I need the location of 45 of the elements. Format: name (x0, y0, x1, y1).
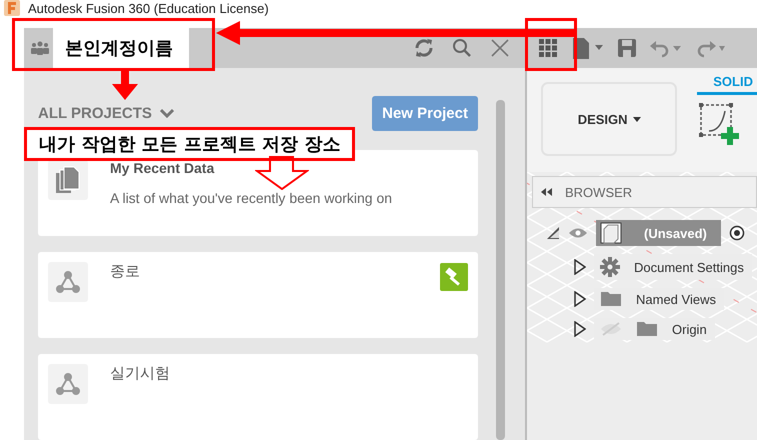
collapsed-triangle-icon[interactable] (574, 259, 586, 275)
scrollbar[interactable] (496, 100, 505, 440)
project-name: 종로 (110, 262, 140, 281)
grid-menu-icon[interactable] (537, 37, 559, 59)
tree-item[interactable]: Origin (594, 318, 715, 340)
browser-title: BROWSER (565, 184, 632, 200)
window-title: Autodesk Fusion 360 (Education License) (28, 1, 269, 16)
project-description: A list of what you've recently been working on (110, 190, 392, 206)
radio-icon[interactable] (728, 225, 745, 241)
callout-label: 본인계정이름 (53, 27, 189, 68)
redo-icon[interactable] (695, 38, 725, 58)
browser-header[interactable]: BROWSER (532, 176, 757, 208)
arrow (112, 70, 138, 100)
expanded-triangle-icon[interactable] (546, 226, 560, 240)
callout-tooltip: 내가 작업한 모든 프로젝트 저장 장소 (24, 127, 356, 161)
refresh-icon[interactable] (413, 37, 435, 59)
chevron-down-icon[interactable] (160, 108, 174, 118)
gear-icon (600, 257, 620, 277)
eye-icon[interactable] (568, 227, 588, 239)
undo-icon[interactable] (649, 38, 683, 58)
collapsed-triangle-icon[interactable] (574, 321, 586, 337)
component-icon (600, 222, 622, 244)
file-dropdown-icon[interactable] (571, 37, 605, 59)
project-name: 실기시험 (110, 364, 170, 383)
folder-icon (636, 321, 658, 337)
triangle-nodes-icon (56, 373, 80, 395)
caret-icon (632, 116, 641, 122)
folder-icon (600, 291, 622, 307)
app-logo-icon (4, 0, 20, 16)
collapse-icon[interactable] (541, 188, 553, 196)
collapsed-triangle-icon[interactable] (574, 291, 586, 307)
search-icon[interactable] (451, 37, 473, 59)
project-card[interactable]: 종로 (38, 252, 478, 338)
project-card[interactable]: 실기시험 (38, 354, 478, 440)
tree-item[interactable]: Document Settings (594, 254, 752, 280)
team-icon[interactable] (30, 40, 50, 56)
close-icon[interactable] (489, 37, 511, 59)
tree-item[interactable]: Named Views (594, 288, 724, 310)
outline-arrow (255, 156, 309, 190)
project-filter[interactable]: ALL PROJECTS (38, 104, 152, 122)
documents-icon (55, 166, 81, 194)
save-icon[interactable] (617, 38, 637, 58)
workspace-dropdown[interactable]: DESIGN (541, 82, 678, 156)
project-name: My Recent Data (110, 160, 216, 176)
triangle-nodes-icon (56, 271, 80, 293)
